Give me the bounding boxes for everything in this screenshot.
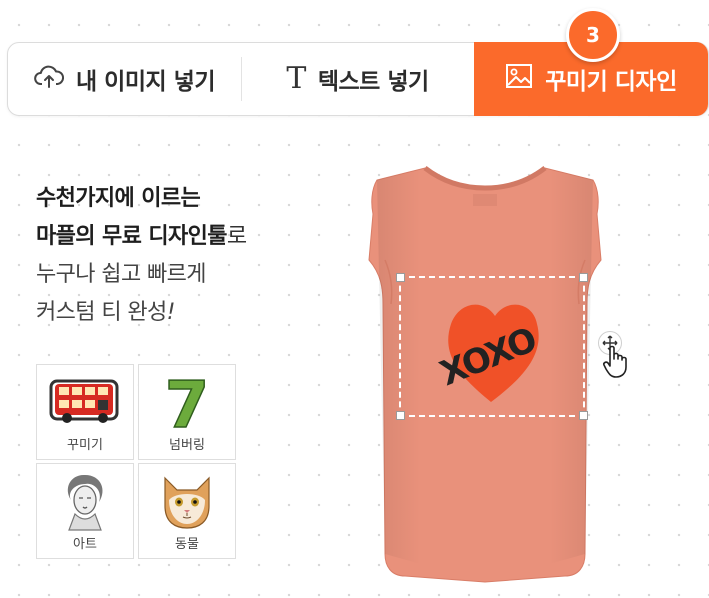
- tab-decorate-design-label: 꾸미기 디자인: [545, 69, 677, 95]
- category-numbering-label: 넘버링: [169, 438, 205, 453]
- promo-line-4-mark: !: [166, 300, 176, 325]
- cat-face-icon: [139, 470, 235, 532]
- portrait-sketch-icon: [37, 470, 133, 532]
- hand-cursor-icon: [602, 345, 630, 383]
- promo-line-3: 누구나 쉽고 빠르게: [36, 262, 207, 287]
- category-animal[interactable]: 동물: [138, 463, 236, 559]
- step-badge: 3: [566, 8, 620, 62]
- resize-handle-top-left[interactable]: [396, 273, 405, 282]
- category-art-label: 아트: [73, 537, 97, 552]
- promo-line-2-rest: 로: [226, 224, 247, 249]
- text-t-icon: T: [286, 61, 306, 96]
- tab-upload-image-label: 내 이미지 넣기: [76, 69, 215, 95]
- promo-copy: 수천가지에 이르는 마플의 무료 디자인툴로 누구나 쉽고 빠르게 커스텀 티 …: [36, 180, 336, 332]
- category-decorate[interactable]: 꾸미기: [36, 364, 134, 460]
- tab-add-text-label: 텍스트 넣기: [317, 69, 429, 95]
- promo-line-4: 커스텀 티 완성: [36, 300, 167, 325]
- resize-handle-top-right[interactable]: [579, 273, 588, 282]
- red-bus-sticker-icon: [37, 371, 133, 433]
- tab-upload-image[interactable]: 내 이미지 넣기: [8, 43, 241, 115]
- category-decorate-label: 꾸미기: [67, 438, 103, 453]
- image-icon: [505, 63, 533, 95]
- resize-handle-bottom-left[interactable]: [396, 411, 405, 420]
- category-art[interactable]: 아트: [36, 463, 134, 559]
- promo-line-2-bold: 마플의 무료 디자인툴: [36, 224, 227, 249]
- category-numbering[interactable]: 7 넘버링: [138, 364, 236, 460]
- tab-add-text[interactable]: T 텍스트 넣기: [241, 43, 474, 115]
- resize-handle-bottom-right[interactable]: [579, 411, 588, 420]
- category-animal-label: 동물: [175, 537, 199, 552]
- promo-line-1: 수천가지에 이르는: [36, 186, 201, 211]
- number-seven-glyph: 7: [165, 371, 210, 433]
- number-seven-icon: 7: [139, 371, 235, 433]
- design-selection-box[interactable]: [396, 273, 588, 420]
- cloud-upload-icon: [34, 63, 64, 95]
